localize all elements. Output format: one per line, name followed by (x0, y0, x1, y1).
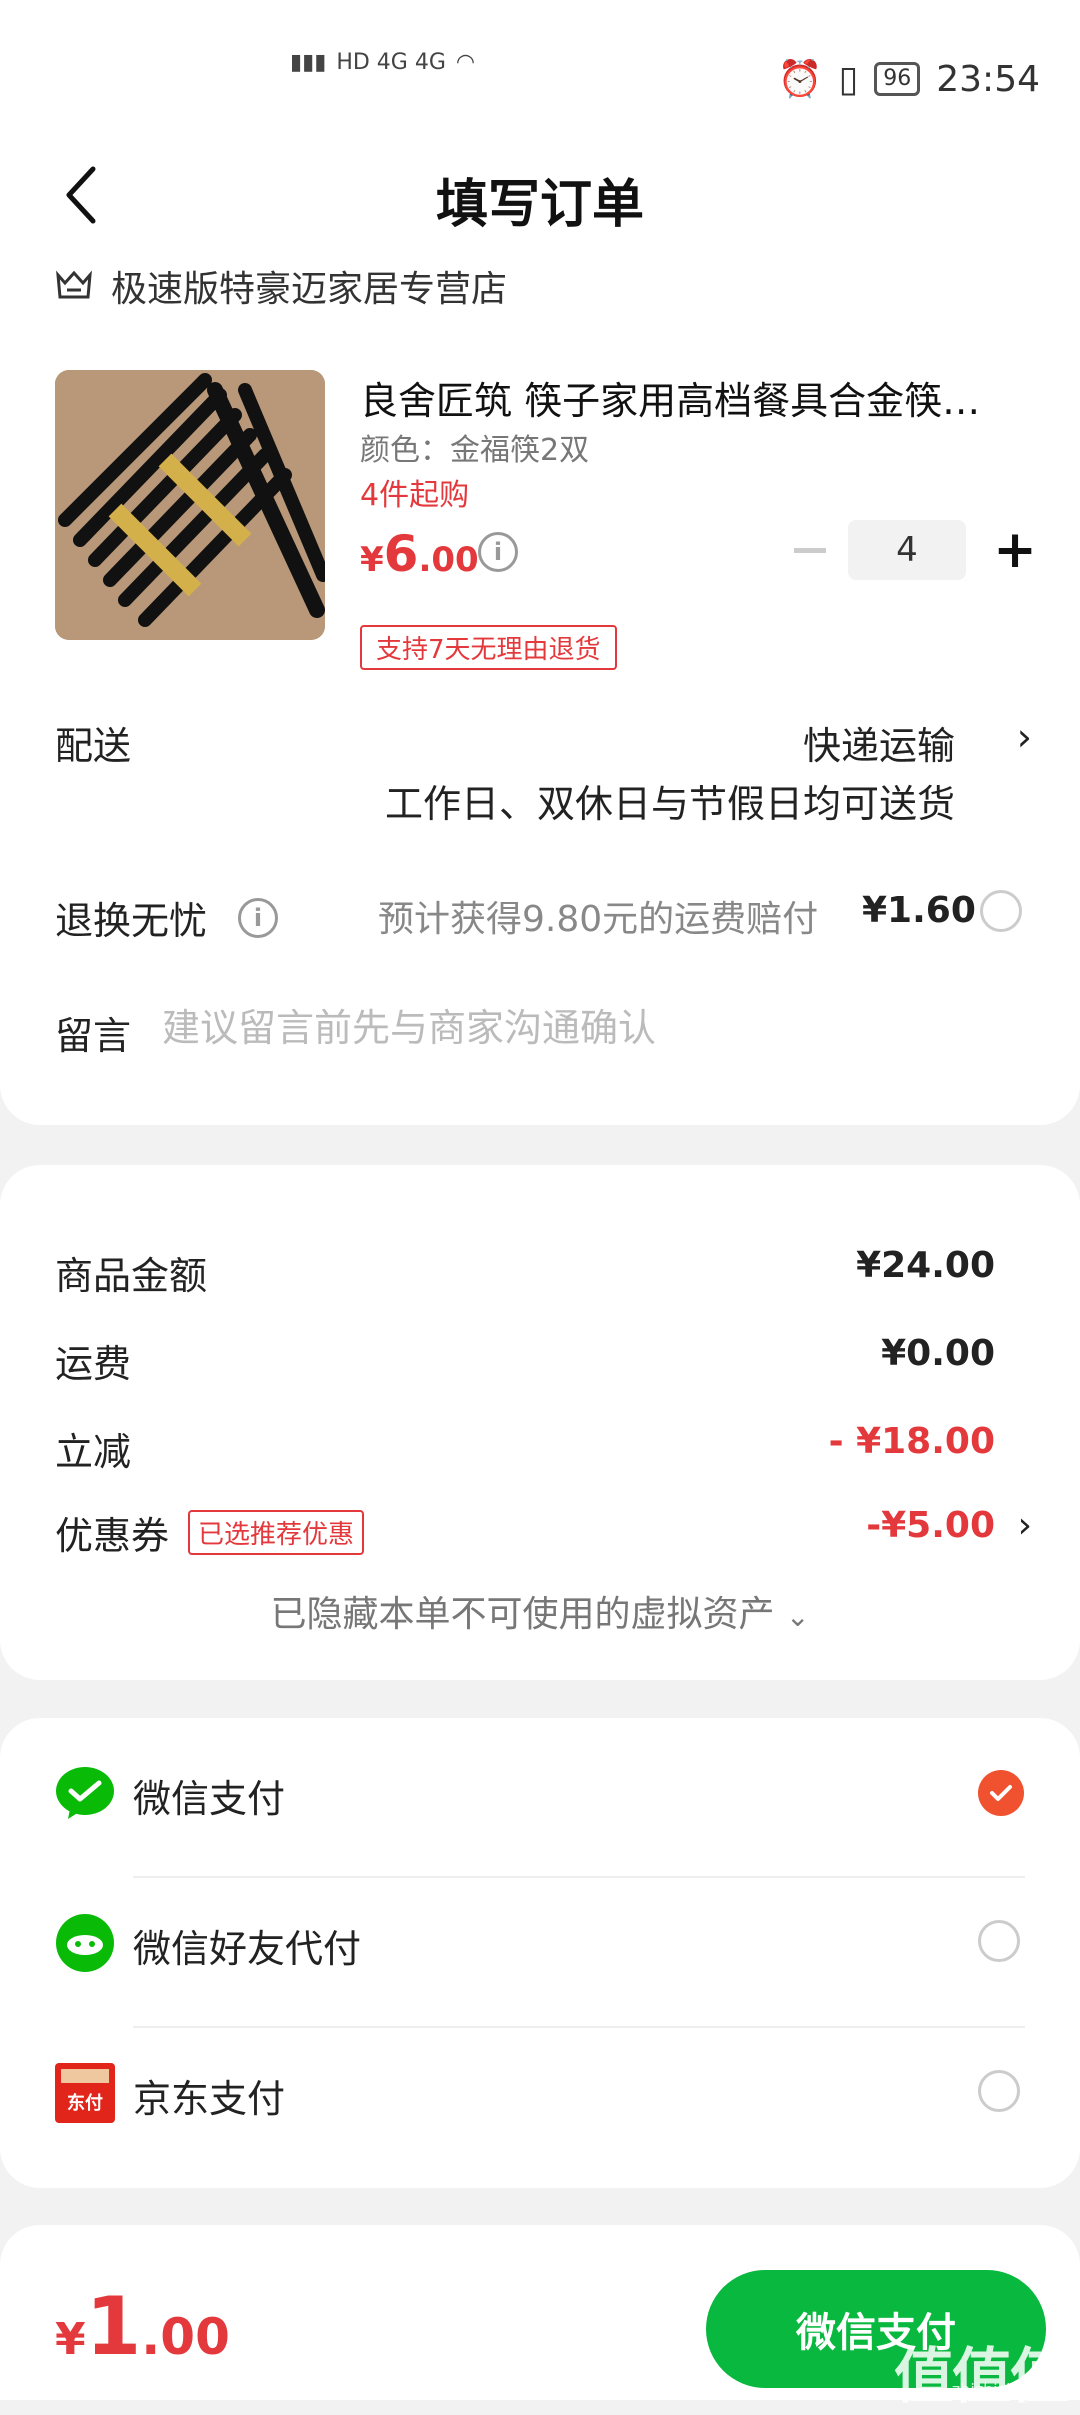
price-decimal: .00 (418, 540, 479, 580)
price-summary-card: 商品金额 ¥24.00 运费 ¥0.00 立减 - ¥18.00 优惠券 已选推… (0, 1165, 1080, 1680)
product-image[interactable] (55, 370, 325, 640)
store-icon (56, 270, 92, 299)
minus-icon (794, 547, 826, 553)
payment-option-wechat[interactable]: 微信支付 (0, 1718, 1080, 1868)
exchange-description: 预计获得9.80元的运费赔付 (378, 899, 819, 940)
battery-icon: 96 (874, 62, 921, 96)
coupon-badge: 已选推荐优惠 (188, 1510, 365, 1555)
discount-label: 立减 (55, 1430, 132, 1474)
payment-option-label: 京东支付 (133, 2077, 286, 2121)
total-decimal: .00 (141, 2308, 230, 2366)
delivery-note: 工作日、双休日与节假日均可送货 (384, 782, 955, 826)
payment-option-label: 微信好友代付 (133, 1927, 362, 1971)
message-input[interactable] (160, 1005, 1014, 1051)
watermark-logo: 值值值 (894, 2342, 1070, 2412)
selected-check-icon[interactable] (978, 1770, 1024, 1816)
discount-value: - ¥18.00 (828, 1421, 995, 1462)
quantity-decrease-button[interactable] (790, 530, 830, 570)
chevron-right-icon[interactable]: › (1017, 715, 1032, 759)
shipping-fee-label: 运费 (55, 1342, 132, 1386)
vibrate-icon: ▯ (838, 58, 859, 100)
store-header[interactable]: 极速版特豪迈家居专营店 (55, 260, 507, 312)
watermark-url: zhizhizhi.com (951, 2380, 1060, 2399)
exchange-info-icon[interactable]: i (238, 898, 278, 938)
jd-pay-icon: 东付 (55, 2063, 115, 2123)
store-name: 极速版特豪迈家居专营店 (111, 269, 508, 310)
payment-radio[interactable] (978, 1920, 1020, 1962)
message-label: 留言 (55, 1014, 132, 1058)
payment-option-jd[interactable]: 东付 京东支付 (0, 2018, 1080, 2168)
coupon-value[interactable]: -¥5.00 (866, 1505, 995, 1546)
exchange-label: 退换无忧 (55, 899, 208, 943)
status-bar: ▮▮▮ HD 4G 4G ◠ ⏰ ▯ 96 23:54 (0, 0, 1080, 140)
quantity-input[interactable]: 4 (848, 520, 966, 580)
hidden-assets-label: 已隐藏本单不可使用的虚拟资产 (270, 1594, 775, 1635)
network-label: HD 4G 4G (336, 50, 446, 75)
goods-amount-value: ¥24.00 (856, 1245, 995, 1286)
total-integer: 1 (85, 2280, 142, 2373)
wifi-icon: ◠ (455, 50, 476, 75)
quantity-increase-button[interactable]: + (985, 520, 1045, 580)
delivery-method[interactable]: 快递运输 (803, 715, 955, 770)
wechat-friend-pay-icon (56, 1914, 114, 1972)
payment-radio[interactable] (978, 2070, 1020, 2112)
exchange-price: ¥1.60 (862, 890, 976, 931)
order-card: 极速版特豪迈家居专营店 良舍匠筑 筷子家用高档餐具合金筷… 颜色：金福筷2双 4… (0, 230, 1080, 1125)
shipping-fee-value: ¥0.00 (881, 1333, 995, 1374)
product-price: ¥6.00 (360, 525, 479, 583)
hidden-assets-toggle[interactable]: 已隐藏本单不可使用的虚拟资产 ⌄ (0, 1585, 1080, 1637)
product-variant: 颜色：金福筷2双 (360, 433, 590, 468)
return-policy-badge: 支持7天无理由退货 (360, 625, 617, 670)
price-info-icon[interactable]: i (478, 532, 518, 572)
payment-option-label: 微信支付 (133, 1777, 286, 1821)
product-title[interactable]: 良舍匠筑 筷子家用高档餐具合金筷… (360, 370, 1000, 425)
payment-methods-card: 微信支付 微信好友代付 东付 京东支付 (0, 1718, 1080, 2188)
chevron-right-icon[interactable]: › (1018, 1505, 1032, 1546)
exchange-radio[interactable] (980, 890, 1022, 932)
chevron-down-icon: ⌄ (786, 1600, 810, 1633)
wechat-pay-icon (56, 1767, 114, 1819)
price-integer: 6 (383, 525, 419, 583)
coupon-label: 优惠券 (55, 1514, 170, 1558)
jd-pay-icon-band (61, 2069, 109, 2083)
checkmark-icon (990, 1785, 1012, 1801)
min-purchase-note: 4件起购 (360, 478, 470, 513)
alarm-icon: ⏰ (777, 59, 823, 100)
price-currency: ¥ (360, 540, 384, 580)
total-currency: ¥ (55, 2314, 86, 2365)
goods-amount-label: 商品金额 (55, 1254, 208, 1298)
signal-icon: ▮▮▮ (290, 50, 327, 75)
chopsticks-image (55, 370, 325, 640)
clock: 23:54 (936, 58, 1040, 100)
status-right: ⏰ ▯ 96 23:54 (777, 58, 1040, 101)
jd-pay-icon-text: 东付 (67, 2093, 103, 2114)
page-title: 填写订单 (435, 175, 644, 235)
payment-option-friend-pay[interactable]: 微信好友代付 (0, 1868, 1080, 2018)
total-amount: ¥1.00 (55, 2280, 230, 2373)
network-indicators: ▮▮▮ HD 4G 4G ◠ (290, 50, 475, 75)
delivery-label: 配送 (55, 724, 132, 768)
